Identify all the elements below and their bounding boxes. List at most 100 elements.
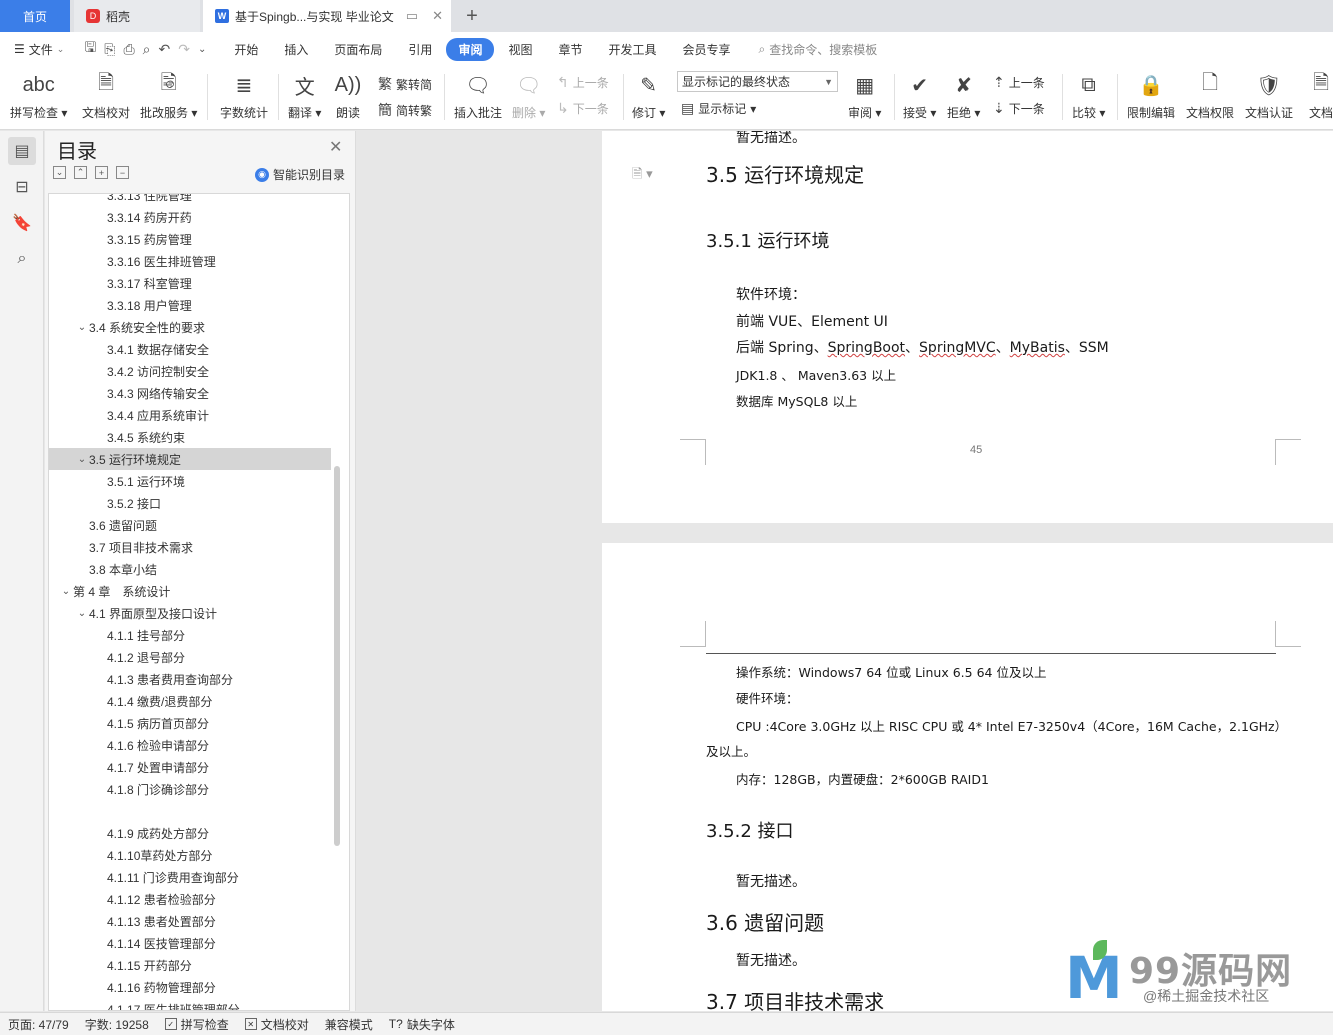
toc-panel-icon[interactable]: ▤ [8, 137, 36, 165]
file-menu[interactable]: ☰ 文件 ⌄ [0, 41, 74, 58]
toc-item[interactable]: 3.8 本章小结 [49, 558, 331, 580]
ribbon-tab[interactable]: 章节 [546, 38, 594, 61]
toc-item[interactable]: 3.3.13 住院管理 [49, 194, 331, 206]
toc-item[interactable]: 4.1.2 退号部分 [49, 646, 331, 668]
add-heading-icon[interactable]: + [95, 166, 108, 179]
toc-item[interactable]: 4.1.4 缴费/退费部分 [49, 690, 331, 712]
spell-flagged-word[interactable]: SpringBoot [828, 340, 905, 356]
chevron-down-icon[interactable]: ⌄ [75, 608, 89, 619]
toc-item[interactable]: 3.3.15 药房管理 [49, 228, 331, 250]
toc-item[interactable]: 3.4.2 访问控制安全 [49, 360, 331, 382]
word-count-button[interactable]: ≣ 字数统计 [220, 70, 268, 121]
ribbon-tab[interactable]: 开始 [222, 38, 270, 61]
toc-item[interactable]: 4.1.3 患者费用查询部分 [49, 668, 331, 690]
toc-item[interactable]: 3.3.16 医生排班管理 [49, 250, 331, 272]
print-preview-icon[interactable]: ⌕ [143, 41, 151, 58]
toc-item[interactable]: 3.4.4 应用系统审计 [49, 404, 331, 426]
tab-close-icon[interactable]: ✕ [432, 8, 443, 24]
delete-comment-button[interactable]: 🗨 删除 ▾ [512, 70, 545, 121]
prev-change-button[interactable]: ⇡ 上一条 [993, 74, 1045, 91]
page-indicator[interactable]: 页面: 47/79 [0, 1016, 77, 1033]
ribbon-tab[interactable]: 视图 [496, 38, 544, 61]
toc-item[interactable]: 3.4.3 网络传输安全 [49, 382, 331, 404]
toc-item[interactable]: 4.1.17 医生排班管理部分 [49, 998, 331, 1011]
collapse-all-icon[interactable]: ⌄ [53, 166, 66, 179]
doc-outline-icon[interactable]: 🗎 ▾ [632, 165, 653, 187]
annotation-service-button[interactable]: 🗟 批改服务 ▾ [140, 70, 197, 121]
reject-button[interactable]: ✘ 拒绝 ▾ [947, 70, 980, 121]
toc-item[interactable]: 4.1.1 挂号部分 [49, 624, 331, 646]
markup-state-select[interactable]: 显示标记的最终状态 ▼ [677, 71, 838, 92]
doc-permission-button[interactable]: 🗋 文档权限 [1186, 70, 1234, 121]
status-proofread[interactable]: ✕ 文档校对 [237, 1016, 317, 1033]
toc-item[interactable]: 4.1.14 医技管理部分 [49, 932, 331, 954]
toc-item[interactable]: 4.1.7 处置申请部分 [49, 756, 331, 778]
chapter-nav-icon[interactable]: ⊟ [8, 173, 36, 201]
toc-item[interactable]: 3.4.5 系统约束 [49, 426, 331, 448]
command-search[interactable]: ⌕ 查找命令、搜索模板 [759, 41, 878, 58]
toc-item[interactable]: 3.3.17 科室管理 [49, 272, 331, 294]
doc-certify-button[interactable]: 🛡 文档认证 [1245, 70, 1293, 121]
read-aloud-button[interactable]: A)) 朗读 [333, 70, 363, 121]
insert-comment-button[interactable]: 🗨 插入批注 [454, 70, 502, 121]
toc-item[interactable]: 3.4.1 数据存储安全 [49, 338, 331, 360]
tab-restore-icon[interactable]: ▭ [406, 8, 418, 24]
compare-button[interactable]: ⧉ 比较 ▾ [1072, 70, 1105, 121]
toc-item[interactable]: 3.5.2 接口 [49, 492, 331, 514]
toc-scrollbar[interactable] [334, 466, 340, 846]
missing-font[interactable]: T? 缺失字体 [381, 1016, 463, 1033]
toc-item[interactable]: ⌄ 3.5 运行环境规定 [49, 448, 331, 470]
toc-item[interactable]: 4.1.13 患者处置部分 [49, 910, 331, 932]
next-comment-button[interactable]: ↳ 下一条 [557, 100, 609, 117]
undo-icon[interactable]: ↶ [159, 41, 171, 58]
tab-document[interactable]: W 基于Spingb...与实现 毕业论文 ▭ ✕ [203, 0, 451, 32]
customize-icon[interactable]: ⌄ [198, 44, 206, 55]
close-icon[interactable]: ✕ [329, 137, 342, 157]
spell-check-button[interactable]: abc 拼写检查 ▾ [10, 70, 67, 121]
ribbon-tab[interactable]: 引用 [396, 38, 444, 61]
simp-to-trad-button[interactable]: 簡简转繁 [378, 100, 432, 120]
expand-all-icon[interactable]: ⌃ [74, 166, 87, 179]
toc-item[interactable]: 4.1.8 门诊确诊部分 [49, 778, 331, 800]
toc-item[interactable]: 4.1.12 患者检验部分 [49, 888, 331, 910]
prev-comment-button[interactable]: ↰ 上一条 [557, 74, 609, 91]
toc-item[interactable]: 4.1.9 成药处方部分 [49, 822, 331, 844]
ribbon-tab[interactable]: 审阅 [446, 37, 495, 61]
next-change-button[interactable]: ⇣ 下一条 [993, 100, 1045, 117]
review-pane-button[interactable]: ▦ 审阅 ▾ [848, 70, 881, 121]
new-tab-icon[interactable]: + [458, 0, 486, 32]
search-icon[interactable]: ⌕ [8, 245, 36, 273]
ribbon-tab[interactable]: 开发工具 [596, 38, 668, 61]
restrict-editing-button[interactable]: 🔒 限制编辑 [1127, 70, 1175, 121]
toc-item[interactable]: 4.1.6 检验申请部分 [49, 734, 331, 756]
doc-more-button[interactable]: 🗎 文档 [1306, 70, 1333, 121]
smart-toc-button[interactable]: ◉ 智能识别目录 [255, 166, 345, 183]
toc-item[interactable]: 3.3.14 药房开药 [49, 206, 331, 228]
toc-item[interactable]: 4.1.11 门诊费用查询部分 [49, 866, 331, 888]
toc-item[interactable]: ⌄ 第 4 章 系统设计 [49, 580, 331, 602]
redo-icon[interactable]: ↷ [178, 41, 190, 58]
ribbon-tab[interactable]: 页面布局 [322, 38, 394, 61]
track-changes-button[interactable]: ✎ 修订 ▾ [632, 70, 665, 121]
compat-mode[interactable]: 兼容模式 [317, 1016, 381, 1033]
translate-button[interactable]: 文翻译 ▾ [288, 70, 321, 121]
tab-daoke[interactable]: D 稻壳 [74, 0, 200, 32]
toc-item[interactable]: ⌄ 4.1 界面原型及接口设计 [49, 602, 331, 624]
tab-home[interactable]: 首页 [0, 0, 70, 32]
trad-to-simp-button[interactable]: 繁繁转简 [378, 74, 432, 94]
ribbon-tab[interactable]: 插入 [272, 38, 320, 61]
toc-item[interactable]: 3.6 遗留问题 [49, 514, 331, 536]
word-count-indicator[interactable]: 字数: 19258 [77, 1016, 157, 1033]
export-icon[interactable]: ⎘ [104, 41, 115, 58]
save-icon[interactable]: 🖫 [84, 37, 96, 61]
spell-flagged-word[interactable]: SpringMVC [919, 340, 996, 356]
toc-item[interactable] [49, 800, 331, 822]
toc-item[interactable]: 3.7 项目非技术需求 [49, 536, 331, 558]
toc-item[interactable]: 4.1.15 开药部分 [49, 954, 331, 976]
bookmark-icon[interactable]: 🔖 [8, 209, 36, 237]
chevron-down-icon[interactable]: ⌄ [59, 586, 73, 597]
spell-flagged-word[interactable]: MyBatis [1010, 340, 1065, 356]
status-spell-check[interactable]: ✓ 拼写检查 [157, 1016, 237, 1033]
remove-heading-icon[interactable]: − [116, 166, 129, 179]
doc-proofread-button[interactable]: 🗎 文档校对 [82, 70, 130, 121]
